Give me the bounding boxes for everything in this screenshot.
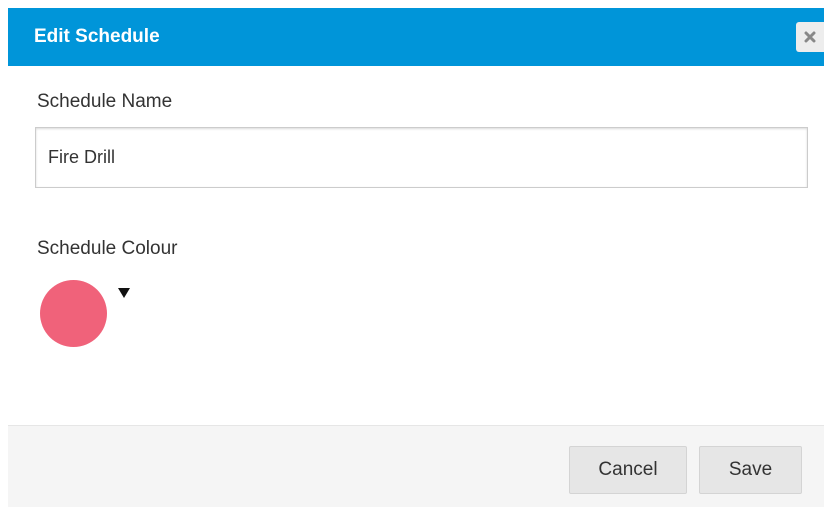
save-button[interactable]: Save [699, 446, 802, 494]
schedule-name-input[interactable] [35, 127, 808, 188]
dialog-footer: Cancel Save [8, 425, 824, 507]
close-icon [804, 31, 816, 43]
schedule-colour-label: Schedule Colour [37, 238, 178, 259]
dialog-title: Edit Schedule [34, 26, 160, 47]
dialog-header: Edit Schedule [8, 8, 824, 66]
schedule-name-label: Schedule Name [37, 91, 173, 112]
close-button[interactable] [796, 22, 824, 52]
colour-swatch [40, 280, 107, 347]
cancel-button[interactable]: Cancel [569, 446, 687, 494]
caret-down-icon [118, 288, 130, 298]
edit-schedule-dialog: Edit Schedule Schedule Name Schedule Col… [0, 0, 824, 507]
schedule-colour-picker[interactable] [40, 280, 140, 350]
